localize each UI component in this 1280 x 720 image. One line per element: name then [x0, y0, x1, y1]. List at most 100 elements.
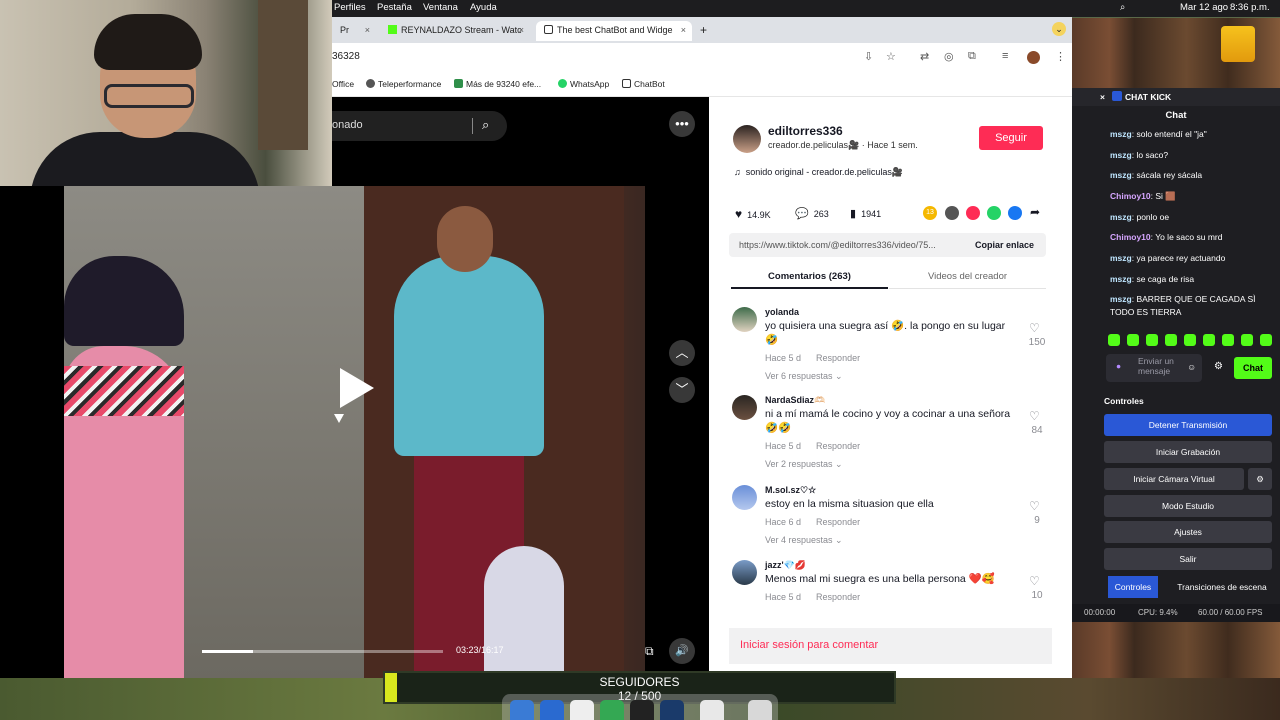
play-icon[interactable]: [340, 368, 374, 408]
emote-icon[interactable]: [1127, 334, 1139, 346]
tab-controls[interactable]: Controles: [1108, 576, 1158, 598]
extension-icon[interactable]: ◎: [944, 50, 954, 63]
trash-icon[interactable]: [748, 700, 772, 720]
emote-icon[interactable]: [1241, 334, 1253, 346]
follow-button[interactable]: Seguir: [979, 126, 1043, 150]
send-chat-button[interactable]: Chat: [1234, 357, 1272, 379]
avatar[interactable]: [732, 560, 757, 585]
close-icon[interactable]: ×: [681, 25, 686, 35]
install-icon[interactable]: ⇩: [864, 50, 873, 63]
save-button[interactable]: ▮ 1941: [850, 207, 881, 220]
menu-pestana[interactable]: Pestaña: [377, 2, 412, 13]
chat-username[interactable]: mszg: [1110, 274, 1132, 284]
search-input[interactable]: onado: [332, 119, 363, 131]
star-icon[interactable]: ☆: [886, 50, 896, 63]
creator-username[interactable]: ediltorres336: [768, 124, 843, 138]
video-progress-bar[interactable]: [202, 650, 443, 653]
tiktok-search-box[interactable]: onado ⌕: [332, 111, 507, 141]
tab-reynaldazo[interactable]: REYNALDAZO Stream - Watc ×: [380, 21, 530, 41]
search-icon[interactable]: ⌕: [1120, 2, 1125, 13]
comment-author[interactable]: M.sol.sz♡☆: [765, 485, 816, 496]
heart-icon[interactable]: ♡: [1029, 574, 1040, 588]
menu-ayuda[interactable]: Ayuda: [470, 2, 497, 13]
bookmark-chatbot[interactable]: ChatBot: [622, 79, 665, 89]
login-to-comment-button[interactable]: Iniciar sesión para comentar: [729, 628, 1052, 664]
share-arrow-icon[interactable]: ➦: [1030, 205, 1040, 219]
view-replies-button[interactable]: Ver 6 respuestas ⌄: [765, 371, 843, 382]
tab-comments[interactable]: Comentarios (263): [731, 265, 888, 289]
chat-username[interactable]: mszg: [1110, 253, 1132, 263]
notes-app-icon[interactable]: [1221, 26, 1255, 62]
emote-icon[interactable]: [1165, 334, 1177, 346]
chat-username[interactable]: mszg: [1110, 129, 1132, 139]
avatar[interactable]: [732, 395, 757, 420]
emote-icon[interactable]: [1260, 334, 1272, 346]
app-icon[interactable]: [570, 700, 594, 720]
chat-username[interactable]: mszg: [1110, 170, 1132, 180]
close-icon[interactable]: ×: [519, 25, 524, 35]
chat-username[interactable]: mszg: [1110, 212, 1132, 222]
embed-icon[interactable]: [945, 206, 959, 220]
finder-icon[interactable]: [510, 700, 534, 720]
chat-username[interactable]: Chimoy10: [1110, 191, 1151, 201]
more-options-icon[interactable]: •••: [669, 111, 695, 137]
gear-icon[interactable]: ⚙: [1248, 468, 1272, 490]
chevron-down-icon[interactable]: ﹀: [669, 377, 695, 403]
menu-ventana[interactable]: Ventana: [423, 2, 458, 13]
comment-author[interactable]: jazz'💎💋: [765, 560, 806, 571]
pip-icon[interactable]: ⧉: [645, 644, 654, 659]
bookmark-whatsapp[interactable]: WhatsApp: [558, 79, 609, 89]
emote-icon[interactable]: [1146, 334, 1158, 346]
studio-mode-button[interactable]: Modo Estudio: [1104, 495, 1272, 517]
video-player[interactable]: [64, 186, 645, 678]
exit-button[interactable]: Salir: [1104, 548, 1272, 570]
tab-creator-videos[interactable]: Videos del creador: [889, 265, 1046, 289]
bookmark-efe[interactable]: Más de 93240 efe...: [454, 79, 541, 89]
app-icon[interactable]: [660, 700, 684, 720]
bookmark-office[interactable]: Office: [332, 79, 354, 89]
start-virtual-camera-button[interactable]: Iniciar Cámara Virtual: [1104, 468, 1244, 490]
sound-label[interactable]: ♫ sonido original - creador.de.peliculas…: [734, 167, 903, 178]
reply-button[interactable]: Responder: [816, 353, 860, 363]
gear-icon[interactable]: ⚙: [1214, 361, 1223, 372]
send-icon[interactable]: [966, 206, 980, 220]
search-icon[interactable]: ⌕: [482, 117, 489, 133]
emote-icon[interactable]: [1108, 334, 1120, 346]
emote-icon[interactable]: [1222, 334, 1234, 346]
chevron-up-icon[interactable]: ︿: [669, 340, 695, 366]
emoji-icon[interactable]: ☺: [1187, 362, 1196, 372]
comment-author[interactable]: yolanda: [765, 307, 799, 317]
launchpad-icon[interactable]: [540, 700, 564, 720]
reply-button[interactable]: Responder: [816, 592, 860, 602]
creator-avatar[interactable]: [733, 125, 761, 153]
puzzle-icon[interactable]: ⧉: [968, 50, 976, 63]
volume-icon[interactable]: 🔊: [669, 638, 695, 664]
avatar[interactable]: [732, 485, 757, 510]
close-icon[interactable]: ×: [365, 25, 370, 35]
settings-button[interactable]: Ajustes: [1104, 521, 1272, 543]
app-icon[interactable]: [700, 700, 724, 720]
share-count-badge[interactable]: 13: [923, 206, 937, 220]
obs-icon[interactable]: [630, 700, 654, 720]
whatsapp-icon[interactable]: [987, 206, 1001, 220]
new-tab-icon[interactable]: +: [700, 23, 707, 37]
media-icon[interactable]: ≡: [1002, 50, 1008, 62]
facebook-icon[interactable]: [1008, 206, 1022, 220]
tab-prev[interactable]: Pr ×: [332, 21, 376, 41]
menu-perfiles[interactable]: Perfiles: [334, 2, 366, 13]
kebab-menu-icon[interactable]: ⋮: [1055, 50, 1066, 63]
tab-search-icon[interactable]: ⌄: [1052, 22, 1066, 36]
chat-username[interactable]: mszg: [1110, 150, 1132, 160]
close-icon[interactable]: ×: [1100, 92, 1105, 102]
copy-link-button[interactable]: Copiar enlace: [975, 240, 1034, 250]
emote-icon[interactable]: [1184, 334, 1196, 346]
chat-username[interactable]: Chimoy10: [1110, 232, 1151, 242]
bookmark-teleperformance[interactable]: Teleperformance: [366, 79, 441, 89]
comment-button[interactable]: 💬 263: [795, 207, 829, 220]
microphone-icon[interactable]: ●: [1116, 361, 1121, 371]
chat-message-input[interactable]: ● Enviar un mensaje ☺: [1106, 354, 1202, 382]
stop-stream-button[interactable]: Detener Transmisión: [1104, 414, 1272, 436]
video-link-url[interactable]: https://www.tiktok.com/@ediltorres336/vi…: [739, 240, 936, 250]
view-replies-button[interactable]: Ver 2 respuestas ⌄: [765, 459, 843, 470]
emote-icon[interactable]: [1203, 334, 1215, 346]
